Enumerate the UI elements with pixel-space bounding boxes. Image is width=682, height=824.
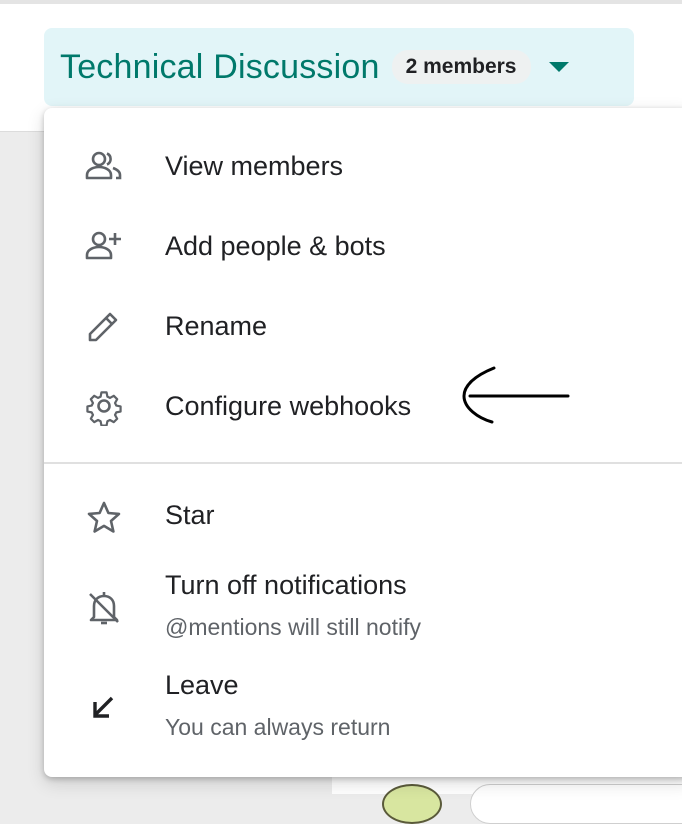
hand-drawn-left-arrow-icon [460, 364, 570, 435]
person-add-icon [84, 226, 124, 266]
menu-item-view-members[interactable]: View members [44, 126, 682, 206]
menu-item-sublabel: @mentions will still notify [165, 614, 421, 640]
input-pill[interactable] [470, 784, 682, 824]
people-icon [84, 146, 124, 186]
menu-item-sublabel: You can always return [165, 714, 391, 740]
menu-item-label: Leave [165, 670, 239, 700]
leave-arrow-icon [84, 688, 124, 728]
room-title: Technical Discussion [60, 47, 380, 86]
menu-item-configure-webhooks[interactable]: Configure webhooks [44, 366, 682, 446]
menu-item-label: Turn off notifications [165, 570, 407, 600]
menu-item-rename[interactable]: Rename [44, 286, 682, 366]
chevron-down-icon [548, 62, 569, 72]
menu-item-add-people[interactable]: Add people & bots [44, 206, 682, 286]
menu-item-label: Star [165, 500, 215, 530]
room-title-dropdown[interactable]: Technical Discussion 2 members [44, 28, 634, 106]
menu-item-label: Add people & bots [165, 231, 386, 261]
menu-item-leave[interactable]: Leave You can always return [44, 660, 682, 760]
bell-off-icon [84, 588, 124, 628]
room-options-menu: View members Add people & bots Rename Co… [44, 108, 682, 777]
menu-item-turn-off-notifications[interactable]: Turn off notifications @mentions will st… [44, 558, 682, 658]
menu-item-star[interactable]: Star [44, 478, 682, 558]
members-count-badge: 2 members [391, 50, 531, 84]
gear-icon [84, 386, 124, 426]
avatar [382, 784, 442, 824]
star-icon [84, 498, 124, 538]
pencil-icon [84, 306, 124, 346]
menu-item-label: Configure webhooks [165, 391, 412, 421]
menu-divider [44, 462, 682, 464]
menu-item-label: Rename [165, 311, 268, 341]
menu-item-label: View members [165, 151, 344, 181]
